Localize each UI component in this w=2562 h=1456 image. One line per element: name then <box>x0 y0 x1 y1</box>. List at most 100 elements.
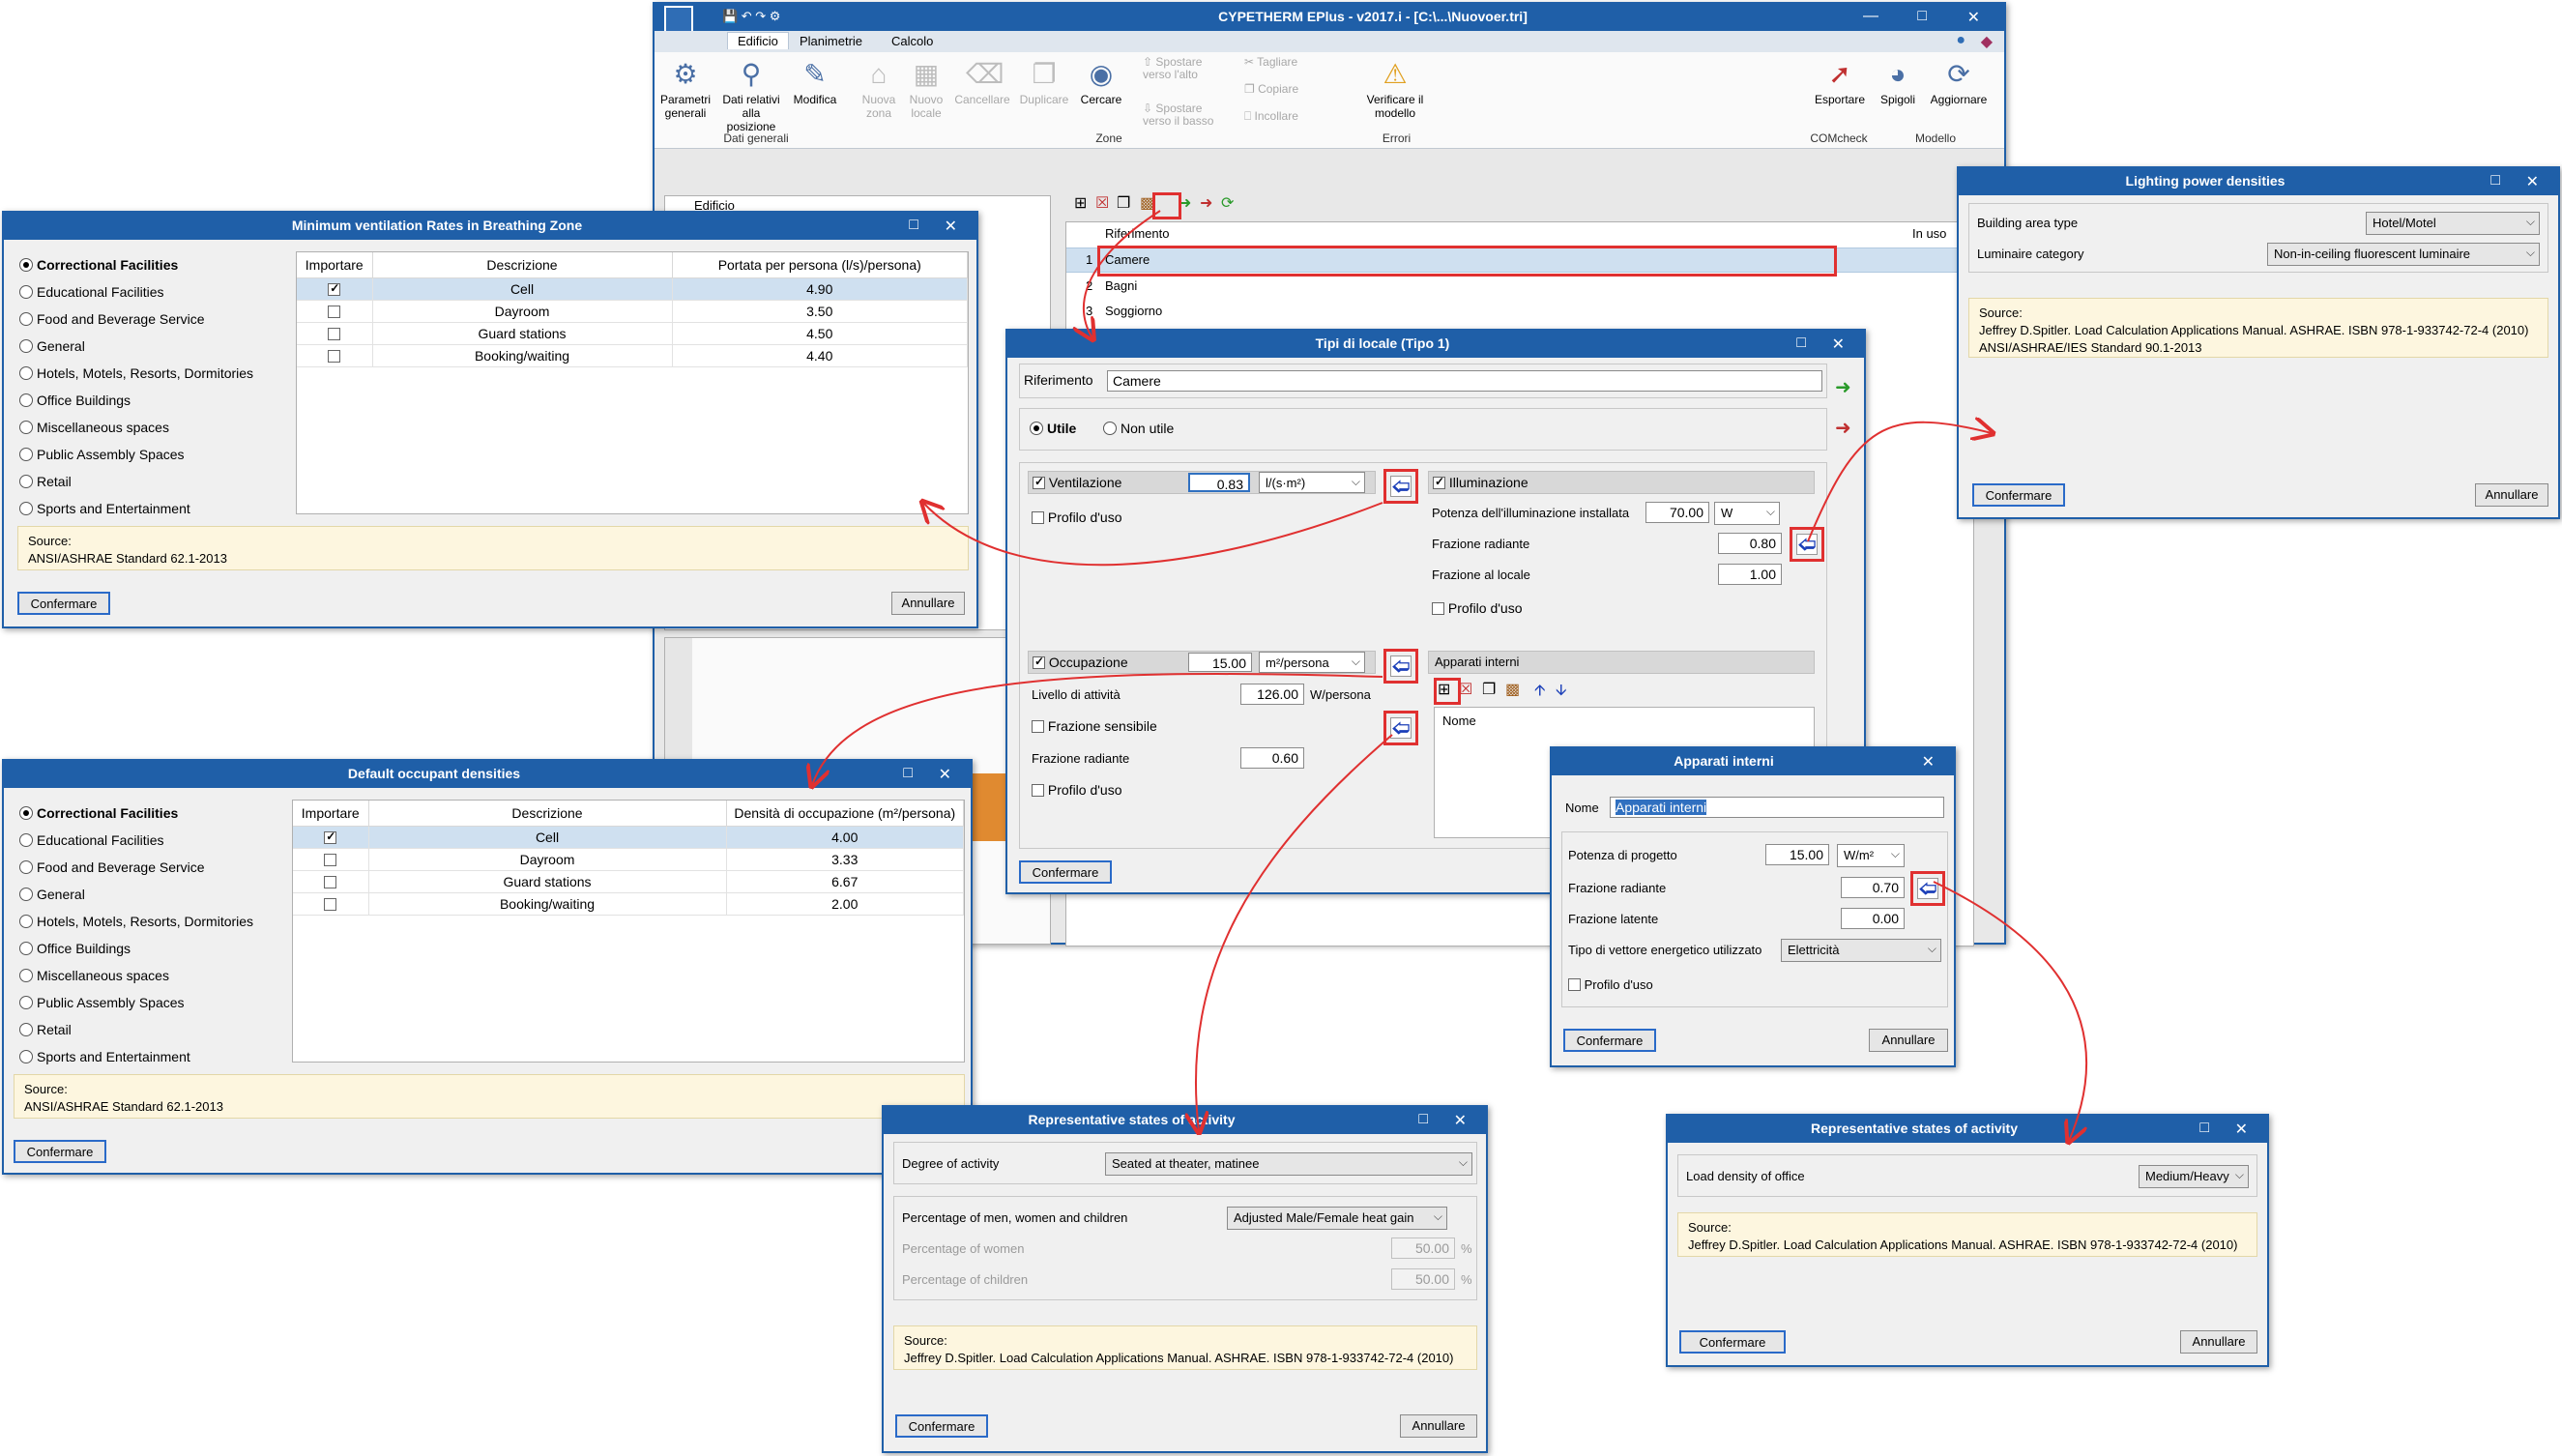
confirm-button[interactable]: Confermare <box>895 1414 988 1438</box>
ventilazione-input[interactable]: 0.83 <box>1188 473 1250 492</box>
frazione-radiante-input[interactable]: 0.70 <box>1841 877 1905 898</box>
checkbox-icon[interactable] <box>324 830 337 844</box>
checkbox-icon[interactable] <box>1433 475 1445 489</box>
settings-icon[interactable]: ◆ <box>1981 32 1993 51</box>
radio-office[interactable]: Office Buildings <box>19 393 131 412</box>
confirm-button[interactable]: Confermare <box>1563 1029 1656 1052</box>
radio-sports[interactable]: Sports and Entertainment <box>19 1049 190 1068</box>
confirm-button[interactable]: Confermare <box>1972 483 2065 507</box>
cancel-button[interactable]: Annullare <box>2180 1330 2257 1354</box>
confirm-button[interactable]: Confermare <box>1019 860 1112 884</box>
illuminazione-checkbox[interactable]: Illuminazione <box>1433 475 1528 490</box>
checkbox-icon[interactable] <box>1033 655 1045 669</box>
frazione-locale-input[interactable]: 1.00 <box>1718 564 1782 585</box>
occupazione-checkbox[interactable]: Occupazione <box>1033 655 1128 670</box>
radio-retail[interactable]: Retail <box>19 474 72 493</box>
main-titlebar[interactable]: 💾 ↶ ↷ ⚙ CYPETHERM EPlus - v2017.i - [C:\… <box>655 4 2004 35</box>
table-row[interactable]: Cell4.90 <box>297 277 968 301</box>
cancellare-button[interactable]: ⌫ Cancellare <box>950 58 1014 106</box>
copy-icon[interactable]: ❐ <box>1117 193 1130 213</box>
tab-planimetrie[interactable]: Planimetrie <box>800 34 862 48</box>
close-icon[interactable]: ✕ <box>2235 1120 2248 1139</box>
livello-input[interactable]: 126.00 <box>1240 684 1304 705</box>
esportare-button[interactable]: ➚ Esportare <box>1810 58 1870 106</box>
close-icon[interactable]: ✕ <box>1967 8 1980 27</box>
children-input[interactable]: 50.00 <box>1391 1268 1455 1290</box>
radio-food[interactable]: Food and Beverage Service <box>19 859 205 879</box>
radio-educational[interactable]: Educational Facilities <box>19 284 164 304</box>
import-green-icon[interactable]: ➜ <box>1835 375 1851 399</box>
frazione-radiante-occ-input[interactable]: 0.60 <box>1240 747 1304 769</box>
ventilazione-library-button[interactable]: 🢠 <box>1383 469 1418 504</box>
ventilazione-profilo-checkbox[interactable]: Profilo d'uso <box>1032 510 1122 525</box>
delete-icon[interactable]: ☒ <box>1095 193 1109 213</box>
lighting-titlebar[interactable]: Lighting power densities □ ✕ <box>1959 168 2558 195</box>
spostare-basso-button[interactable]: ⇩ Spostare verso il basso <box>1143 102 1230 128</box>
delete-icon[interactable]: ☒ <box>1459 680 1472 699</box>
occupazione-profilo-checkbox[interactable]: Profilo d'uso <box>1032 782 1122 798</box>
maximize-icon[interactable]: □ <box>2490 172 2500 189</box>
occupazione-unit-select[interactable]: m²/persona ⌵ <box>1259 652 1365 673</box>
radio-general[interactable]: General <box>19 887 85 906</box>
cancel-button[interactable]: Annullare <box>1400 1414 1477 1438</box>
radio-educational[interactable]: Educational Facilities <box>19 832 164 852</box>
checkbox-icon[interactable] <box>1032 511 1044 524</box>
parametri-button[interactable]: ⚙ Parametri generali <box>660 58 711 120</box>
confirm-button[interactable]: Confermare <box>14 1140 106 1163</box>
spostare-alto-button[interactable]: ⇧ Spostare verso l'alto <box>1143 56 1230 81</box>
luminaire-select[interactable]: Non-in-ceiling fluorescent luminaire ⌵ <box>2267 243 2540 266</box>
confirm-button[interactable]: Confermare <box>17 592 110 615</box>
list-row[interactable]: 2 Bagni <box>1066 275 1975 300</box>
radio-public[interactable]: Public Assembly Spaces <box>19 995 185 1014</box>
minimize-icon[interactable]: — <box>1863 8 1878 25</box>
apparati-nome-input[interactable]: Apparati interni <box>1610 797 1944 818</box>
checkbox-icon[interactable] <box>1033 475 1045 489</box>
checkbox-icon[interactable] <box>324 875 337 888</box>
tipi-titlebar[interactable]: Tipi di locale (Tipo 1) □ ✕ <box>1007 331 1864 358</box>
frazione-radiante-ill-input[interactable]: 0.80 <box>1718 533 1782 554</box>
verificare-button[interactable]: ⚠ Verificare il modello <box>1365 58 1425 120</box>
checkbox-icon[interactable] <box>1032 784 1044 797</box>
radio-office[interactable]: Office Buildings <box>19 941 131 960</box>
ventilazione-unit-select[interactable]: l/(s·m²) ⌵ <box>1259 472 1365 493</box>
activity1-titlebar[interactable]: Representative states of activity □ ✕ <box>884 1107 1486 1134</box>
copiare-button[interactable]: ❐ Copiare <box>1244 83 1298 96</box>
checkbox-icon[interactable] <box>328 281 341 296</box>
maximize-icon[interactable]: □ <box>1917 8 1927 25</box>
close-icon[interactable]: ✕ <box>1832 335 1845 354</box>
ventilazione-checkbox[interactable]: Ventilazione <box>1033 475 1121 490</box>
checkbox-icon[interactable] <box>328 305 341 318</box>
checkbox-icon[interactable] <box>324 897 337 911</box>
nuova-zona-button[interactable]: ⌂ Nuova zona <box>858 58 900 120</box>
maximize-icon[interactable]: □ <box>2199 1120 2209 1137</box>
close-icon[interactable]: ✕ <box>2526 172 2539 191</box>
checkbox-icon[interactable] <box>1032 720 1044 733</box>
arrow-up-icon[interactable]: 🡩 <box>1534 680 1546 706</box>
radio-utile[interactable]: Utile <box>1030 421 1076 440</box>
dati-relativi-button[interactable]: ⚲ Dati relativi alla posizione <box>717 58 785 133</box>
frazione-sensibile-checkbox[interactable]: Frazione sensibile <box>1032 718 1157 734</box>
load-select[interactable]: Medium/Heavy ⌵ <box>2139 1165 2249 1188</box>
radio-sports[interactable]: Sports and Entertainment <box>19 501 190 520</box>
occupazione-input[interactable]: 15.00 <box>1188 653 1252 672</box>
radio-misc[interactable]: Miscellaneous spaces <box>19 968 169 987</box>
radio-correctional[interactable]: Correctional Facilities <box>19 257 178 277</box>
table-row[interactable]: Cell4.00 <box>293 826 964 849</box>
library-icon[interactable]: ▩ <box>1505 680 1520 699</box>
tab-calcolo[interactable]: Calcolo <box>891 34 933 48</box>
help-icon[interactable]: ● <box>1956 32 1965 49</box>
checkbox-icon[interactable] <box>1432 602 1444 615</box>
potenza-ill-input[interactable]: 70.00 <box>1645 502 1709 523</box>
ventilation-titlebar[interactable]: Minimum ventilation Rates in Breathing Z… <box>4 213 976 240</box>
apparati-titlebar[interactable]: Apparati interni ✕ <box>1552 748 1954 775</box>
quick-access-icons[interactable]: 💾 ↶ ↷ ⚙ <box>722 9 780 24</box>
radio-retail[interactable]: Retail <box>19 1022 72 1041</box>
cancel-button[interactable]: Annullare <box>2475 483 2548 507</box>
radio-public[interactable]: Public Assembly Spaces <box>19 447 185 466</box>
checkbox-icon[interactable] <box>324 853 337 866</box>
maximize-icon[interactable]: □ <box>903 765 913 782</box>
cancel-button[interactable]: Annullare <box>891 592 965 615</box>
maximize-icon[interactable]: □ <box>1796 335 1806 352</box>
checkbox-icon[interactable] <box>1568 978 1581 991</box>
potenza-ill-unit-select[interactable]: W ⌵ <box>1714 502 1780 525</box>
